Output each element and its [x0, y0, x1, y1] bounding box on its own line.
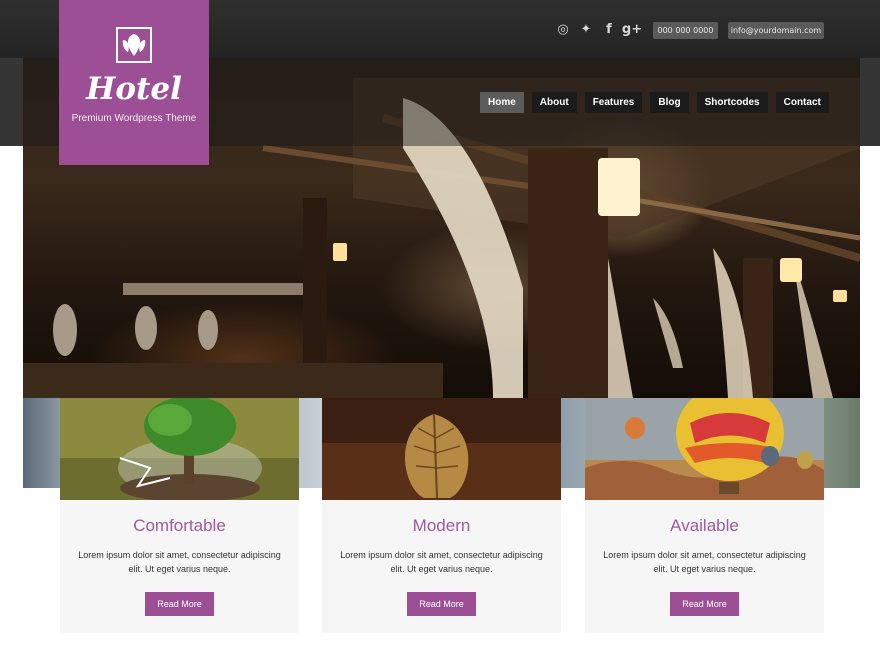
read-more-button[interactable]: Read More [670, 592, 739, 616]
leaf-emblem-icon [115, 26, 153, 69]
read-more-button[interactable]: Read More [145, 592, 214, 616]
logo-tagline: Premium Wordpress Theme [71, 113, 197, 124]
hot-air-balloon-image [585, 398, 824, 500]
phone-badge[interactable]: 000 000 0000 [653, 22, 718, 39]
nav-item-home[interactable]: Home [480, 92, 524, 113]
nav-item-features[interactable]: Features [584, 92, 643, 113]
email-badge[interactable]: info@yourdomain.com [728, 22, 824, 39]
main-nav: Home About Features Blog Shortcodes Cont… [480, 92, 829, 113]
feature-card-modern: Modern Lorem ipsum dolor sit amet, conse… [322, 398, 561, 633]
card-text: Lorem ipsum dolor sit amet, consectetur … [340, 550, 543, 574]
card-text: Lorem ipsum dolor sit amet, consectetur … [78, 550, 281, 574]
feature-card-available: Available Lorem ipsum dolor sit amet, co… [585, 398, 824, 633]
google-plus-icon[interactable]: g+ [622, 20, 642, 38]
read-more-button[interactable]: Read More [407, 592, 476, 616]
dribbble-icon[interactable]: ◎ [556, 20, 570, 38]
card-title: Modern [412, 516, 471, 535]
card-text: Lorem ipsum dolor sit amet, consectetur … [603, 550, 806, 574]
nav-item-blog[interactable]: Blog [650, 92, 689, 113]
card-title: Comfortable [133, 516, 226, 535]
social-links: ◎ ✦ f g+ [556, 20, 642, 38]
site-logo[interactable]: Hotel Premium Wordpress Theme [59, 0, 209, 165]
logo-title: Hotel [86, 71, 182, 107]
feature-card-comfortable: Comfortable Lorem ipsum dolor sit amet, … [60, 398, 299, 633]
nav-item-shortcodes[interactable]: Shortcodes [696, 92, 768, 113]
nav-item-about[interactable]: About [531, 92, 577, 113]
nav-item-contact[interactable]: Contact [775, 92, 829, 113]
dry-leaf-image [322, 398, 561, 500]
card-title: Available [670, 516, 739, 535]
tree-in-glass-image [60, 398, 299, 500]
twitter-icon[interactable]: ✦ [579, 20, 593, 38]
facebook-icon[interactable]: f [602, 20, 616, 38]
